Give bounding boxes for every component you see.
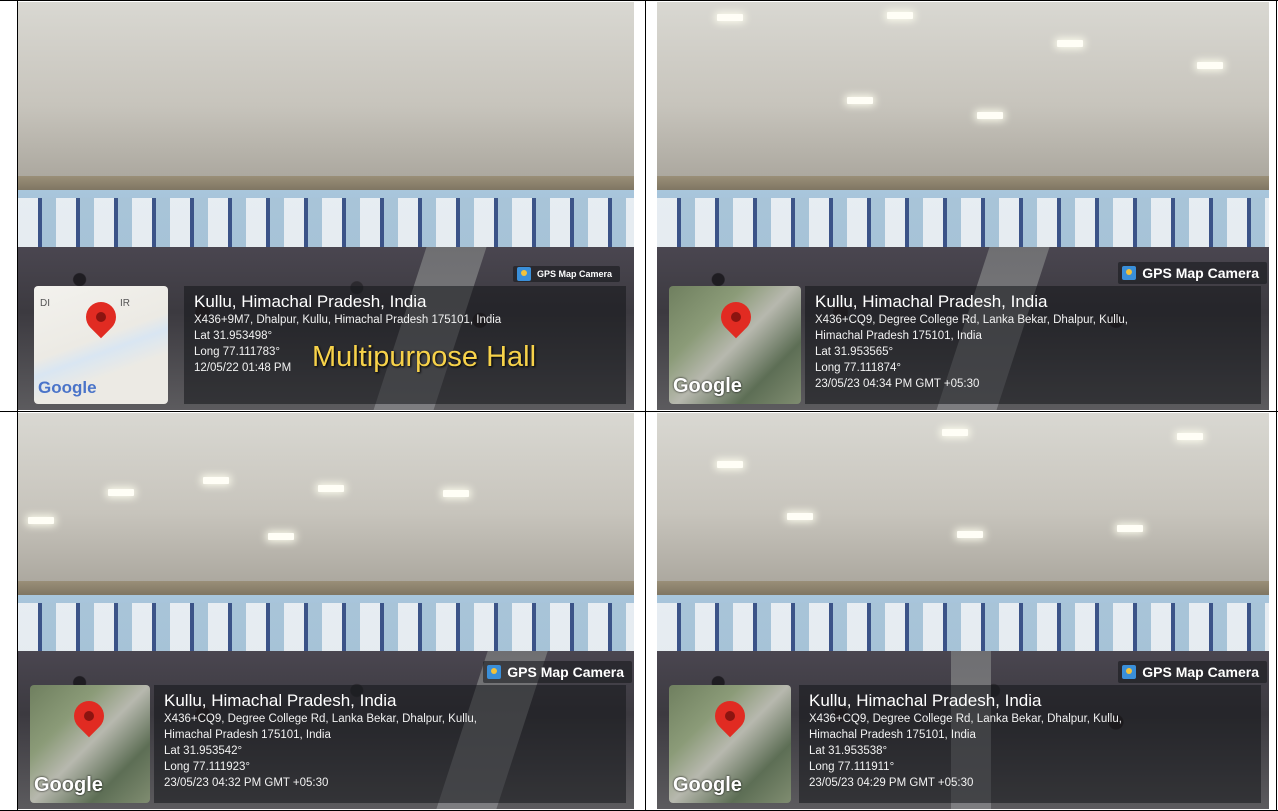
ceiling-light — [108, 489, 134, 496]
windows — [18, 197, 634, 247]
photo-grid: GPS Map Camera DI IR Google Kullu, Himac… — [0, 0, 1278, 811]
longitude: Long 77.111923° — [164, 761, 251, 773]
location-title: Kullu, Himachal Pradesh, India — [815, 292, 1048, 311]
mini-map: DI IR Google — [34, 286, 168, 404]
ceiling-light — [28, 517, 54, 524]
geotag-overlay: Google Kullu, Himachal Pradesh, India X4… — [30, 681, 626, 803]
address: X436+CQ9, Degree College Rd, Lanka Bekar… — [809, 713, 1122, 725]
ceiling-light — [957, 531, 983, 538]
ceiling-light — [443, 490, 469, 497]
ceiling-light — [203, 477, 229, 484]
ceiling — [657, 2, 1269, 190]
gps-map-camera-badge: GPS Map Camera — [483, 661, 632, 683]
google-logo: Google — [673, 375, 742, 397]
map-label: DI — [40, 298, 50, 309]
gps-camera-icon — [1122, 266, 1137, 280]
ceiling-light — [787, 513, 813, 520]
timestamp: 23/05/23 04:32 PM GMT +05:30 — [164, 777, 329, 789]
geotag-overlay: Google Kullu, Himachal Pradesh, India X4… — [669, 681, 1261, 803]
timestamp: 23/05/23 04:34 PM GMT +05:30 — [815, 378, 980, 390]
mini-map: Google — [669, 685, 791, 803]
hall-caption: Multipurpose Hall — [312, 341, 537, 373]
location-pin-icon — [79, 295, 123, 339]
address-line-2: Himachal Pradesh 175101, India — [815, 330, 982, 342]
windows — [657, 603, 1269, 651]
ceiling — [657, 413, 1269, 596]
ceiling-light — [1177, 433, 1203, 440]
ceiling-light — [268, 533, 294, 540]
geotag-info: Kullu, Himachal Pradesh, India X436+CQ9,… — [799, 685, 1261, 803]
photo-cell-1: GPS Map Camera DI IR Google Kullu, Himac… — [18, 2, 634, 410]
google-logo: Google — [34, 774, 103, 796]
google-logo: Google — [38, 378, 97, 397]
ceiling-light — [717, 461, 743, 468]
badge-label: GPS Map Camera — [1142, 265, 1259, 281]
latitude: Lat 31.953542° — [164, 745, 243, 757]
latitude: Lat 31.953565° — [815, 346, 894, 358]
gps-map-camera-badge: GPS Map Camera — [512, 266, 620, 282]
ceiling-light — [318, 485, 344, 492]
ceiling-light — [1117, 525, 1143, 532]
photo-cell-2: GPS Map Camera Google Kullu, Himachal Pr… — [657, 2, 1269, 410]
longitude: Long 77.111911° — [809, 761, 895, 773]
ceiling-light — [1197, 62, 1223, 69]
longitude: Long 77.111874° — [815, 362, 902, 374]
grid-line — [645, 0, 646, 811]
grid-line — [17, 0, 18, 811]
gps-map-camera-badge: GPS Map Camera — [1118, 262, 1267, 284]
mini-map: Google — [30, 685, 150, 803]
location-pin-icon — [714, 295, 758, 339]
windows — [18, 603, 634, 651]
geotag-info: Kullu, Himachal Pradesh, India X436+CQ9,… — [154, 685, 626, 803]
address-line-2: Himachal Pradesh 175101, India — [164, 729, 331, 741]
photo-cell-3: GPS Map Camera Google Kullu, Himachal Pr… — [18, 413, 634, 809]
location-title: Kullu, Himachal Pradesh, India — [194, 292, 427, 311]
grid-line — [0, 411, 1278, 412]
location-pin-icon — [708, 694, 752, 738]
location-title: Kullu, Himachal Pradesh, India — [809, 691, 1042, 710]
ceiling — [18, 413, 634, 596]
badge-label: GPS Map Camera — [536, 269, 612, 279]
windows — [657, 197, 1269, 247]
ceiling-light — [942, 429, 968, 436]
badge-label: GPS Map Camera — [1142, 664, 1259, 680]
ceiling — [18, 2, 634, 190]
gps-camera-icon — [1122, 665, 1137, 679]
geotag-overlay: DI IR Google Kullu, Himachal Pradesh, In… — [34, 282, 626, 404]
ceiling-light — [1057, 40, 1083, 47]
ceiling-light — [847, 97, 873, 104]
google-logo: Google — [673, 774, 742, 796]
location-title: Kullu, Himachal Pradesh, India — [164, 691, 397, 710]
gps-map-camera-badge: GPS Map Camera — [1118, 661, 1267, 683]
map-label-2: IR — [120, 298, 130, 309]
timestamp: 23/05/23 04:29 PM GMT +05:30 — [809, 777, 974, 789]
address-line-2: Himachal Pradesh 175101, India — [809, 729, 976, 741]
badge-label: GPS Map Camera — [507, 664, 624, 680]
gps-camera-icon — [516, 267, 531, 281]
address: X436+CQ9, Degree College Rd, Lanka Bekar… — [164, 713, 477, 725]
ceiling-light — [887, 12, 913, 19]
location-pin-icon — [67, 694, 111, 738]
mini-map: Google — [669, 286, 801, 404]
geotag-info: Kullu, Himachal Pradesh, India X436+CQ9,… — [805, 286, 1261, 404]
address: X436+9M7, Dhalpur, Kullu, Himachal Prade… — [194, 314, 502, 326]
ceiling-light — [717, 14, 743, 21]
ceiling-light — [977, 112, 1003, 119]
latitude: Lat 31.953538° — [809, 745, 888, 757]
grid-line — [0, 0, 1278, 1]
grid-line — [1276, 0, 1277, 811]
address: X436+CQ9, Degree College Rd, Lanka Bekar… — [815, 314, 1128, 326]
geotag-overlay: Google Kullu, Himachal Pradesh, India X4… — [669, 282, 1261, 404]
gps-camera-icon — [487, 665, 502, 679]
photo-cell-4: GPS Map Camera Google Kullu, Himachal Pr… — [657, 413, 1269, 809]
